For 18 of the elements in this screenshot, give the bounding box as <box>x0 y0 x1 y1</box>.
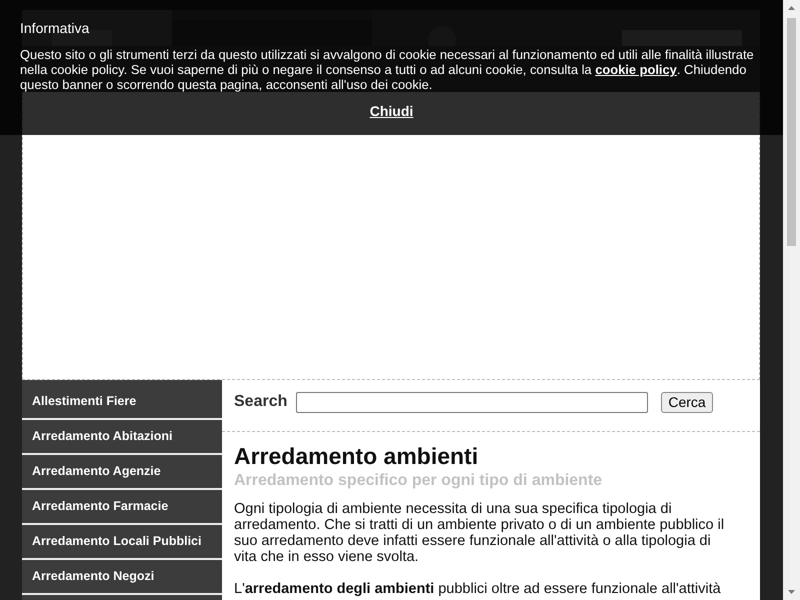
cookie-policy-link[interactable]: cookie policy <box>595 62 677 78</box>
sidebar-item[interactable]: Arredamento Agenzie <box>22 455 222 490</box>
close-link[interactable]: Chiudi <box>370 100 414 122</box>
scrollbar[interactable] <box>783 0 800 600</box>
sidebar-item[interactable]: Arredamento Negozi <box>22 560 222 595</box>
search-button[interactable]: Cerca <box>661 392 713 412</box>
paragraph: Ogni tipologia di ambiente necessita di una sua specifica tipologia di arredamento. Che si tratti di un ambiente privato o di un ambiente pubblico il suo arredamento deve infatti essere funzionale all'attività o alla tipologia di vita che in esso viene svolta. <box>234 501 726 566</box>
search-field[interactable] <box>296 392 648 412</box>
sidebar-item[interactable]: Arredamento Abitazioni <box>22 420 222 455</box>
paragraph: L'arredamento degli ambienti pubblici oltre ad essere funzionale all'attività <box>234 581 722 598</box>
sidebar-item[interactable]: Arredamento Farmacie <box>22 490 222 525</box>
search-label: Search <box>234 392 288 412</box>
sidebar-item[interactable]: Arredamento Locali Pubblici <box>22 525 222 560</box>
cookie-notice: Questo sito o gli strumenti terzi da questo utilizzati si avvalgono di cookie necessari al funzionamento ed utili alle finalità illustrate nella cookie policy. Se vuoi saperne di più o negare il consenso a tutti o ad alcuni cookie, consulta la cookie policy. Chiudendo questo banner o scorrendo questa pagina, acconsenti all'uso dei cookie. <box>20 47 755 93</box>
sidebar-item[interactable]: Allestimenti Fiere <box>22 380 222 420</box>
banner-title: Informativa <box>20 19 90 38</box>
article-title: Arredamento ambienti <box>234 444 480 470</box>
article-subtitle: Arredamento specifico per ogni tipo di ambiente <box>234 471 604 492</box>
